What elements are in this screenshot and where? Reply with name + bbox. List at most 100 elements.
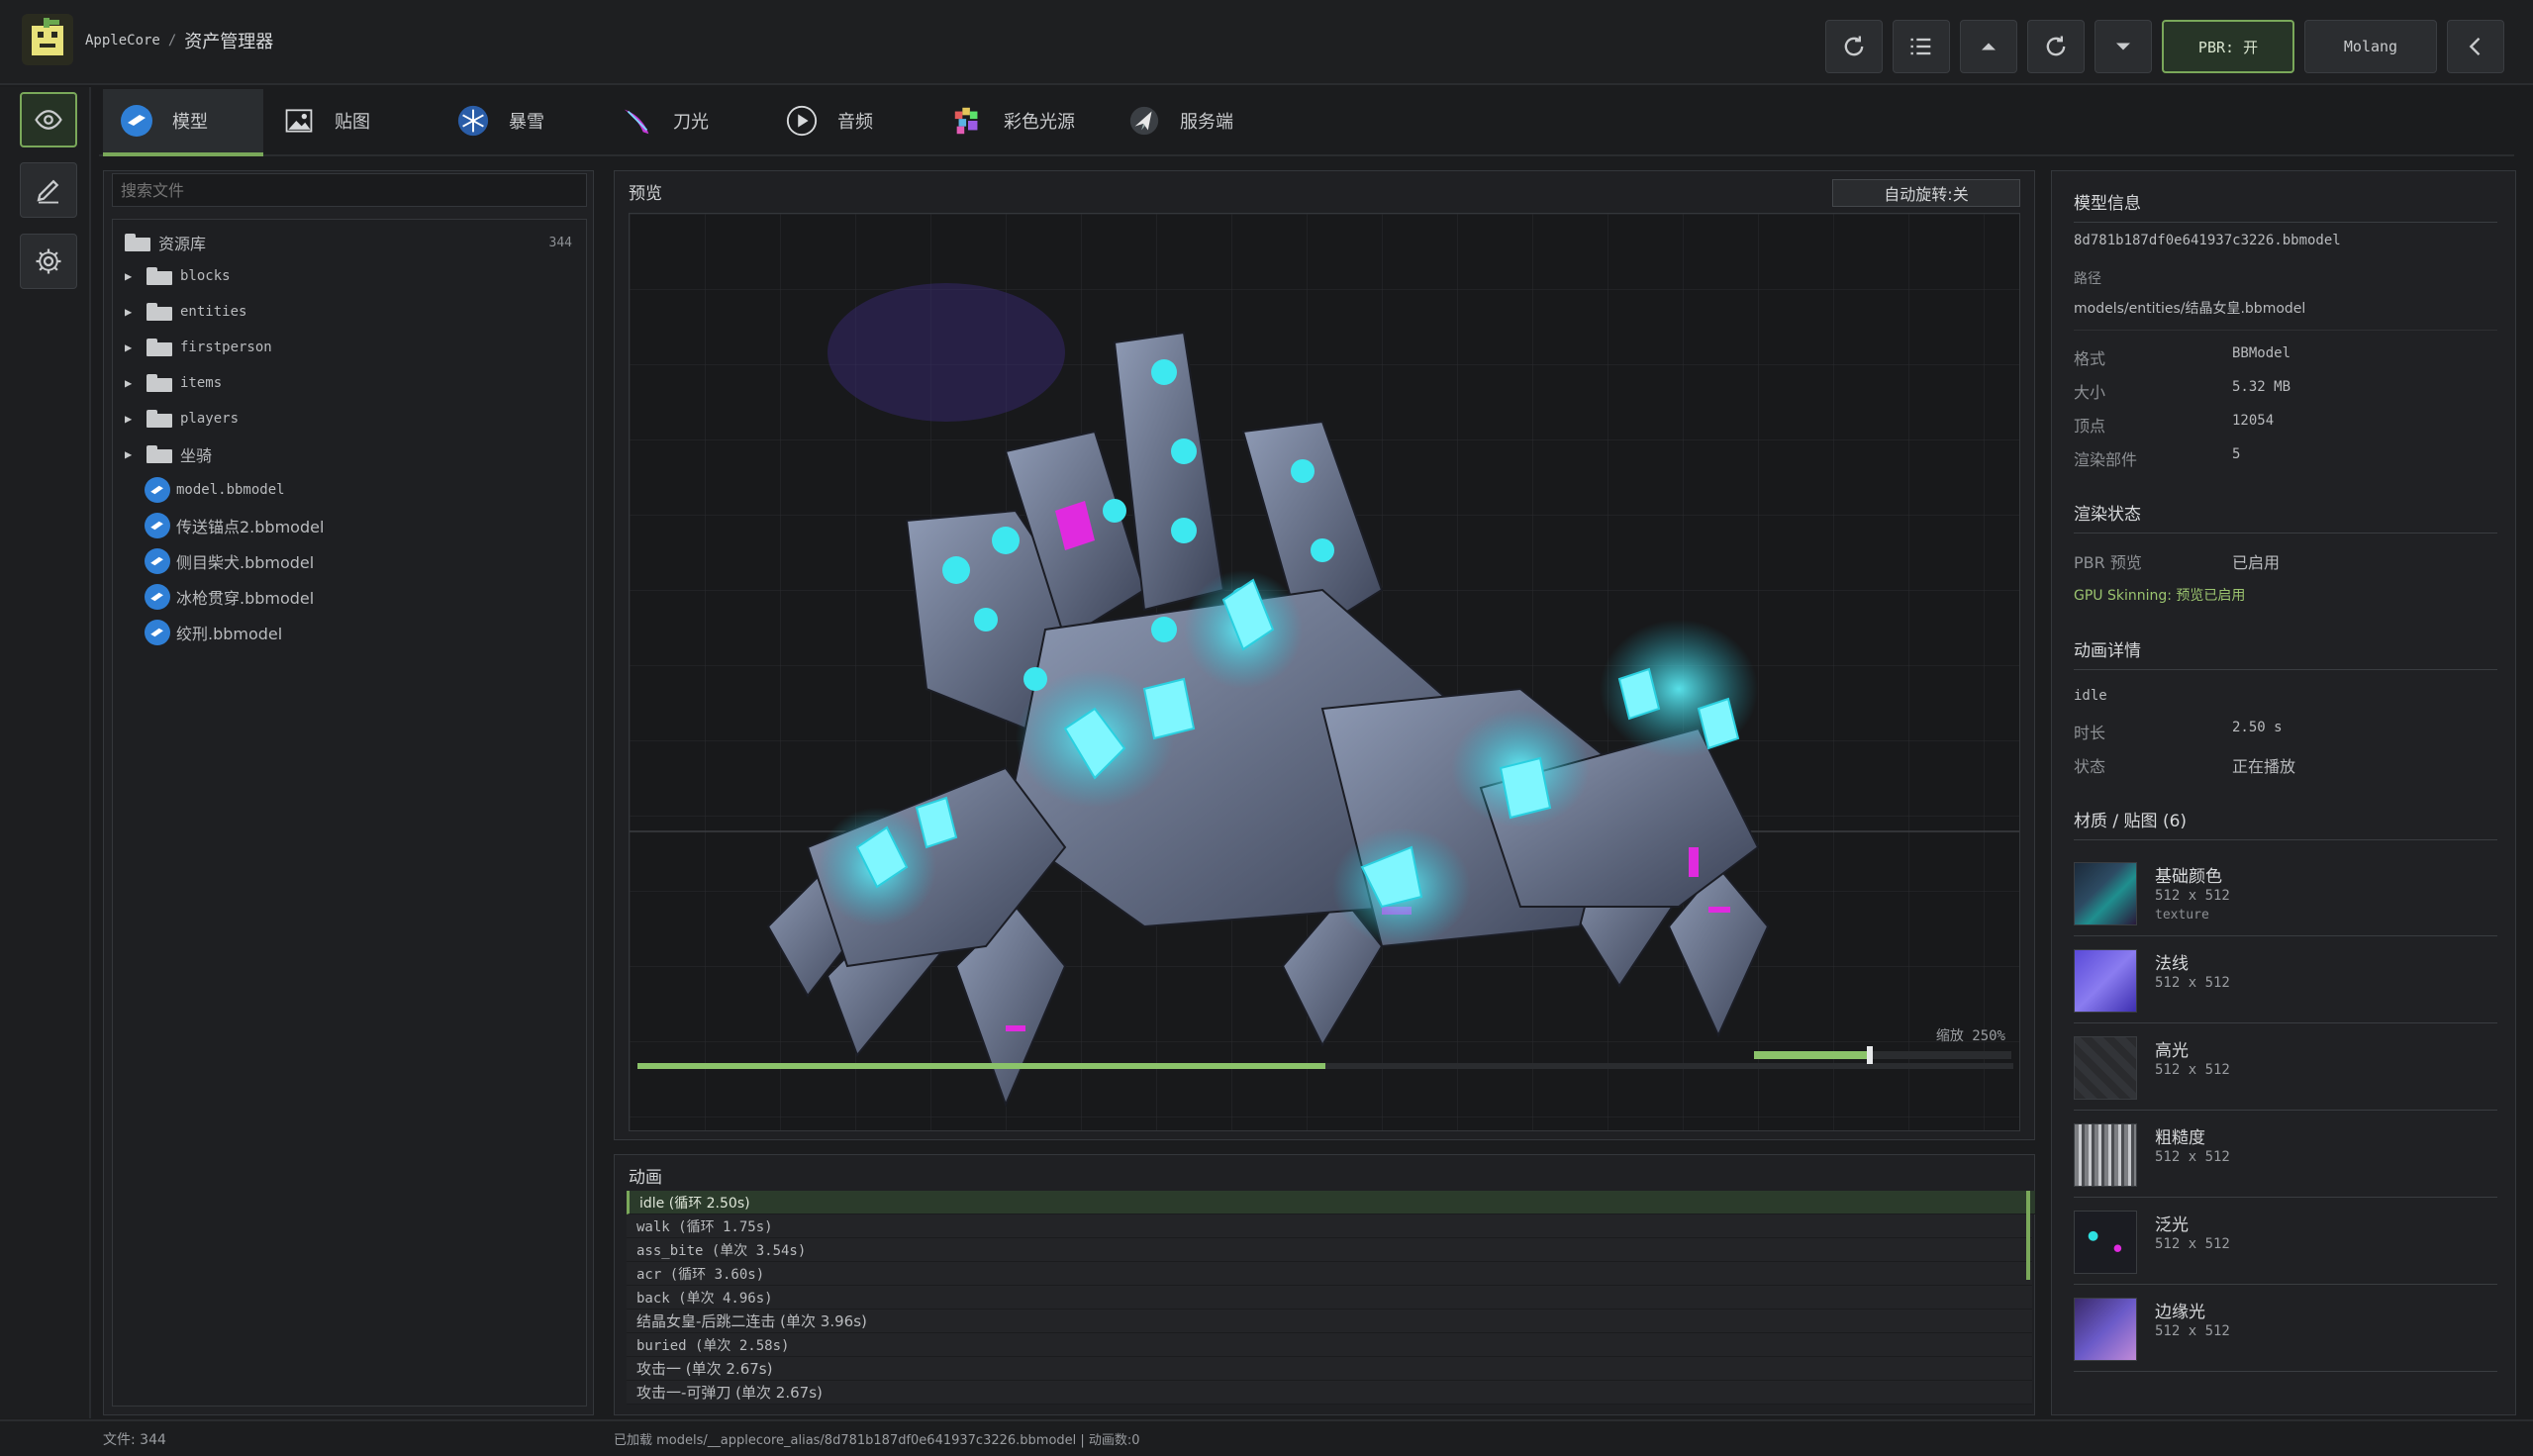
list-view-button[interactable] — [1893, 20, 1950, 73]
material-item[interactable]: 高光 512 x 512 — [2074, 1024, 2497, 1111]
prop-row: 格式 BBModel — [2074, 345, 2497, 369]
animation-item[interactable]: 攻击一 (单次 2.67s) — [627, 1357, 2032, 1381]
reload-button[interactable] — [2027, 20, 2085, 73]
tree-file-label: 冰枪贯穿.bbmodel — [176, 589, 315, 608]
material-thumbnail — [2074, 1036, 2137, 1100]
settings-button[interactable] — [20, 234, 77, 289]
molang-button[interactable]: Molang — [2304, 20, 2437, 73]
tab-label: 彩色光源 — [1004, 112, 1075, 133]
prop-value: 已启用 — [2232, 553, 2281, 572]
refresh-button[interactable] — [1825, 20, 1883, 73]
animation-item[interactable]: back (单次 4.96s) — [627, 1286, 2032, 1310]
prop-row: 渲染部件 5 — [2074, 446, 2497, 470]
refresh-icon — [2046, 36, 2066, 56]
search-input[interactable] — [112, 173, 587, 207]
top-bar: AppleCore / 资产管理器 PBR: 开 Molang — [0, 0, 2533, 85]
animation-item[interactable]: 攻击一-可弹刀 (单次 2.67s) — [627, 1381, 2032, 1405]
expand-arrow-icon[interactable]: ▶ — [125, 376, 139, 390]
prop-value: 12054 — [2232, 413, 2275, 429]
move-down-button[interactable] — [2095, 20, 2152, 73]
material-item[interactable]: 粗糙度 512 x 512 — [2074, 1112, 2497, 1198]
preview-title: 预览 — [629, 184, 662, 204]
material-item[interactable]: 法线 512 x 512 — [2074, 937, 2497, 1023]
view-mode-button[interactable] — [20, 92, 77, 147]
animation-item[interactable]: idle (循环 2.50s) — [627, 1191, 2035, 1214]
prop-key: 状态 — [2074, 757, 2106, 776]
tab-model[interactable]: 模型 — [103, 89, 263, 156]
tree-file-item[interactable]: 侧目柴犬.bbmodel — [113, 544, 586, 578]
tree-folder-item[interactable]: ▶ items — [113, 366, 586, 400]
model-file-icon — [145, 620, 170, 645]
tab-snowstorm[interactable]: 暴雪 — [455, 89, 594, 152]
material-thumbnail — [2074, 1211, 2137, 1274]
model-viewport[interactable]: 缩放 250% — [629, 213, 2020, 1131]
animation-label: buried (单次 2.58s) — [636, 1337, 790, 1354]
tab-server[interactable]: 服务端 — [1126, 89, 1275, 152]
caret-down-icon — [2116, 43, 2130, 50]
tree-folder-label: players — [180, 411, 240, 427]
expand-arrow-icon[interactable]: ▶ — [125, 340, 139, 354]
section-title-render: 渲染状态 — [2074, 500, 2497, 534]
tab-label: 服务端 — [1180, 112, 1233, 133]
animation-item[interactable]: walk (循环 1.75s) — [627, 1214, 2032, 1238]
tree-folder-item[interactable]: ▶ firstperson — [113, 331, 586, 364]
animation-item[interactable]: buried (单次 2.58s) — [627, 1333, 2032, 1357]
breadcrumb-project[interactable]: AppleCore — [85, 33, 160, 49]
prop-key: 渲染部件 — [2074, 450, 2138, 469]
collapse-panel-button[interactable] — [2447, 20, 2504, 73]
zoom-slider-handle[interactable] — [1867, 1046, 1873, 1064]
edit-mode-button[interactable] — [20, 162, 77, 218]
animation-label: back (单次 4.96s) — [636, 1290, 773, 1307]
tab-label: 音频 — [837, 112, 873, 133]
tree-file-item[interactable]: 冰枪贯穿.bbmodel — [113, 580, 586, 614]
chevron-left-icon — [2469, 38, 2481, 55]
prop-key: 时长 — [2074, 724, 2106, 742]
material-item[interactable]: 边缘光 512 x 512 — [2074, 1286, 2497, 1372]
zoom-slider-fill — [1754, 1051, 1870, 1059]
tree-folder-item[interactable]: ▶ 坐骑 — [113, 437, 586, 471]
expand-arrow-icon[interactable]: ▶ — [125, 305, 139, 319]
path-label: 路径 — [2074, 271, 2101, 287]
tree-folder-item[interactable]: ▶ players — [113, 402, 586, 436]
timeline-progress — [637, 1063, 1325, 1069]
material-item[interactable]: 泛光 512 x 512 — [2074, 1199, 2497, 1285]
tab-texture[interactable]: 贴图 — [281, 89, 430, 152]
folder-icon — [146, 339, 172, 356]
expand-arrow-icon[interactable]: ▶ — [125, 447, 139, 461]
zoom-slider[interactable] — [1754, 1046, 2011, 1064]
prop-key: 大小 — [2074, 383, 2106, 402]
tab-colored-light[interactable]: 彩色光源 — [950, 89, 1128, 152]
tree-file-item[interactable]: 绞刑.bbmodel — [113, 616, 586, 649]
animation-item[interactable]: 结晶女皇-后跳二连击 (单次 3.96s) — [627, 1310, 2032, 1333]
timeline-track[interactable] — [637, 1063, 2013, 1069]
move-up-button[interactable] — [1960, 20, 2017, 73]
tree-folder-item[interactable]: ▶ entities — [113, 295, 586, 329]
tree-root[interactable]: 资源库 344 — [113, 226, 586, 259]
folder-icon — [146, 374, 172, 392]
breadcrumb: AppleCore / 资产管理器 — [85, 28, 273, 53]
tree-folder-item[interactable]: ▶ blocks — [113, 259, 586, 293]
pbr-toggle-button[interactable]: PBR: 开 — [2162, 20, 2294, 73]
material-name: 法线 — [2155, 954, 2189, 974]
animation-label: ass_bite (单次 3.54s) — [636, 1242, 807, 1259]
animation-item[interactable]: ass_bite (单次 3.54s) — [627, 1238, 2032, 1262]
tree-file-item[interactable]: 传送锚点2.bbmodel — [113, 509, 586, 542]
file-tree: 资源库 344 ▶ blocks ▶ entities ▶ firstperso… — [112, 219, 587, 1407]
tab-audio[interactable]: 音频 — [784, 89, 923, 152]
prop-key: PBR 预览 — [2074, 553, 2142, 572]
expand-arrow-icon[interactable]: ▶ — [125, 269, 139, 283]
tree-folder-label: entities — [180, 304, 247, 320]
rainbow-light-icon — [950, 103, 986, 139]
animation-list-scrollbar[interactable] — [2026, 1191, 2030, 1280]
prop-value: 2.50 s — [2232, 720, 2283, 735]
tree-file-item[interactable]: model.bbmodel — [113, 473, 586, 507]
folder-icon — [146, 445, 172, 463]
expand-arrow-icon[interactable]: ▶ — [125, 412, 139, 426]
material-thumbnail — [2074, 1123, 2137, 1187]
tab-blade[interactable]: 刀光 — [620, 89, 758, 152]
material-item[interactable]: 基础颜色 512 x 512 texture — [2074, 850, 2497, 936]
prop-row: 状态 正在播放 — [2074, 753, 2497, 777]
animation-item[interactable]: acr (循环 3.60s) — [627, 1262, 2032, 1286]
server-icon — [1126, 103, 1162, 139]
auto-rotate-toggle[interactable]: 自动旋转:关 — [1832, 179, 2020, 207]
